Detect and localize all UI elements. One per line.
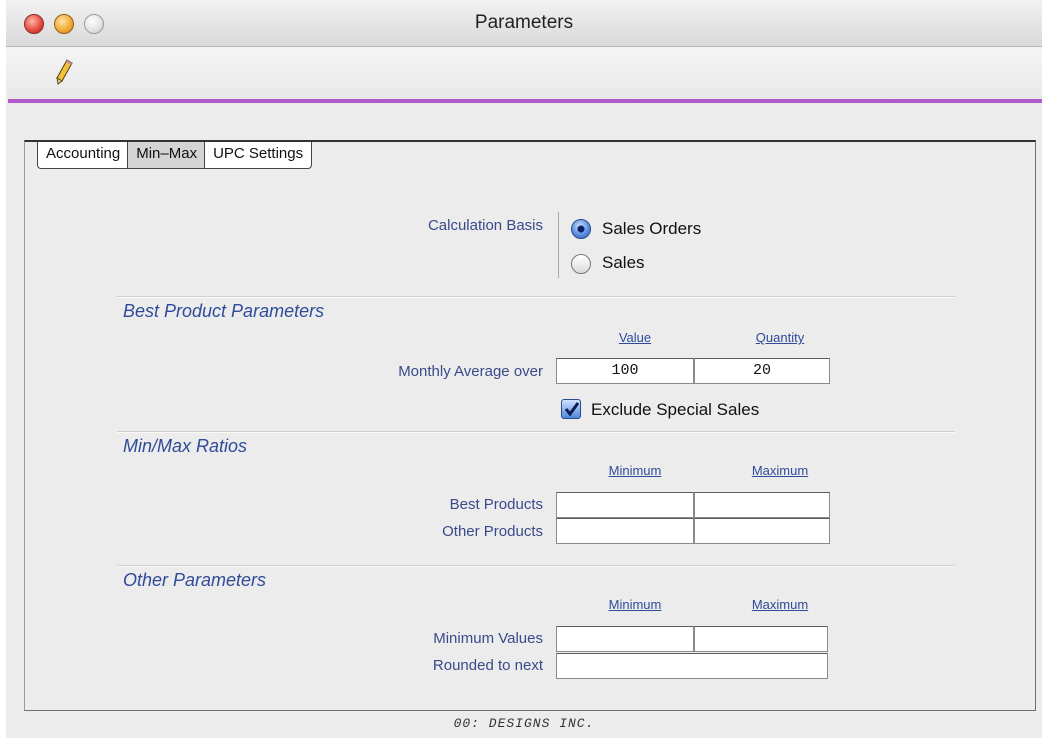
best-products-label: Best Products <box>449 496 543 513</box>
toolbar <box>6 47 1042 99</box>
rounded-to-next-input[interactable] <box>556 653 828 679</box>
minmax-maximum-column-header: Maximum <box>751 463 809 478</box>
toolbar-accent-line <box>8 99 1042 103</box>
tab-min-max[interactable]: Min–Max <box>127 142 207 169</box>
footer-credit: 00: DESIGNS INC. <box>453 716 595 731</box>
section-divider <box>117 565 955 567</box>
window: Parameters Accounting Min–Max UPC Settin… <box>6 0 1042 738</box>
radio-sales[interactable] <box>571 254 591 274</box>
other-products-minimum-input[interactable] <box>556 518 694 544</box>
monthly-average-quantity-input[interactable]: 20 <box>694 358 830 384</box>
best-products-minimum-input[interactable] <box>556 492 694 518</box>
other-maximum-column-header: Maximum <box>751 597 809 612</box>
calculation-basis-label: Calculation Basis <box>427 217 543 234</box>
minmax-ratios-heading: Min/Max Ratios <box>123 436 248 456</box>
rounded-to-next-label: Rounded to next <box>432 657 543 674</box>
minimum-values-maximum-input[interactable] <box>694 626 828 652</box>
best-product-heading: Best Product Parameters <box>123 301 325 321</box>
exclude-special-sales-label: Exclude Special Sales <box>591 400 760 419</box>
tab-bar: Accounting Min–Max UPC Settings <box>37 142 313 170</box>
radio-sales-label: Sales <box>602 253 645 272</box>
tab-upc-settings[interactable]: UPC Settings <box>204 142 313 169</box>
quantity-column-header: Quantity <box>755 330 805 345</box>
pencil-icon[interactable] <box>54 59 74 85</box>
other-products-label: Other Products <box>442 523 543 540</box>
section-divider <box>117 431 955 433</box>
best-products-maximum-input[interactable] <box>694 492 830 518</box>
tab-accounting[interactable]: Accounting <box>37 142 130 169</box>
radio-sales-orders[interactable] <box>571 219 591 239</box>
checkmark-icon <box>564 402 580 417</box>
minmax-minimum-column-header: Minimum <box>608 463 662 478</box>
section-divider <box>117 296 955 298</box>
title-bar: Parameters <box>6 0 1042 47</box>
radio-sales-orders-label: Sales Orders <box>602 219 702 238</box>
tab-panel: Accounting Min–Max UPC Settings Calculat… <box>24 140 1036 711</box>
value-column-header: Value <box>618 330 652 345</box>
calculation-basis-separator <box>558 212 559 278</box>
monthly-average-value-input[interactable]: 100 <box>556 358 694 384</box>
minimum-values-label: Minimum Values <box>433 630 543 647</box>
window-title: Parameters <box>474 12 574 33</box>
exclude-special-sales-checkbox[interactable] <box>561 399 581 419</box>
other-parameters-heading: Other Parameters <box>123 570 267 590</box>
monthly-average-label: Monthly Average over <box>398 363 543 380</box>
minimum-values-minimum-input[interactable] <box>556 626 694 652</box>
other-minimum-column-header: Minimum <box>608 597 662 612</box>
other-products-maximum-input[interactable] <box>694 518 830 544</box>
